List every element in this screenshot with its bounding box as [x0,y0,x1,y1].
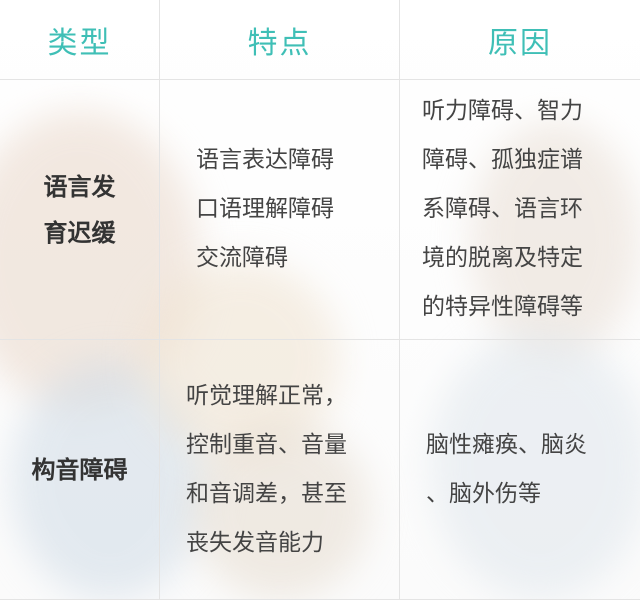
row1-features-cell: 语言表达障碍 口语理解障碍 交流障碍 [160,80,400,340]
row1-reason-line5: 的特异性障碍等 [422,294,583,320]
row2-type: 构音障碍 [32,447,128,493]
row1-type-line2: 育迟缓 [43,218,116,247]
row1-reasons-cell: 听力障碍、智力 障碍、孤独症谱 系障碍、语言环 境的脱离及特定 的特异性障碍等 [400,80,640,340]
row2-reasons: 脑性瘫痪、脑炎 、脑外伤等 [426,421,587,519]
row1-features: 语言表达障碍 口语理解障碍 交流障碍 [196,136,334,283]
row2-type-cell: 构音障碍 [0,340,160,600]
row2-features-cell: 听觉理解正常， 控制重音、音量 和音调差，甚至 丧失发音能力 [160,340,400,600]
row1-type-line1: 语言发 [43,172,116,201]
row2-feature-line2: 控制重音、音量 [186,431,347,458]
row2-feature-line1: 听觉理解正常， [186,382,347,409]
row2-reason-line2: 、脑外伤等 [426,480,541,507]
row1-reason-line4: 境的脱离及特定 [422,245,583,271]
row1-feature-line2: 口语理解障碍 [196,196,334,222]
row2-type-line1: 构音障碍 [31,455,128,484]
row1-reason-line1: 听力障碍、智力 [422,98,583,124]
header-reasons: 原因 [400,0,640,80]
row2-feature-line4: 丧失发音能力 [186,529,324,556]
header-features: 特点 [160,0,400,80]
row1-reason-line3: 系障碍、语言环 [422,196,583,222]
header-type: 类型 [0,0,160,80]
row2-reasons-cell: 脑性瘫痪、脑炎 、脑外伤等 [400,340,640,600]
row2-feature-line3: 和音调差，甚至 [186,480,347,507]
row2-reason-line1: 脑性瘫痪、脑炎 [426,431,587,458]
row2-features: 听觉理解正常， 控制重音、音量 和音调差，甚至 丧失发音能力 [186,372,347,568]
row1-type: 语言发 育迟缓 [44,164,116,256]
row1-feature-line1: 语言表达障碍 [196,147,334,173]
comparison-table: 类型 特点 原因 语言发 育迟缓 语言表达障碍 口语理解障碍 交流障碍 听力障碍… [0,0,640,600]
page: 类型 特点 原因 语言发 育迟缓 语言表达障碍 口语理解障碍 交流障碍 听力障碍… [0,0,640,600]
row1-type-cell: 语言发 育迟缓 [0,80,160,340]
row1-reason-line2: 障碍、孤独症谱 [422,147,583,173]
row1-feature-line3: 交流障碍 [196,245,288,271]
row1-reasons: 听力障碍、智力 障碍、孤独症谱 系障碍、语言环 境的脱离及特定 的特异性障碍等 [422,87,583,332]
